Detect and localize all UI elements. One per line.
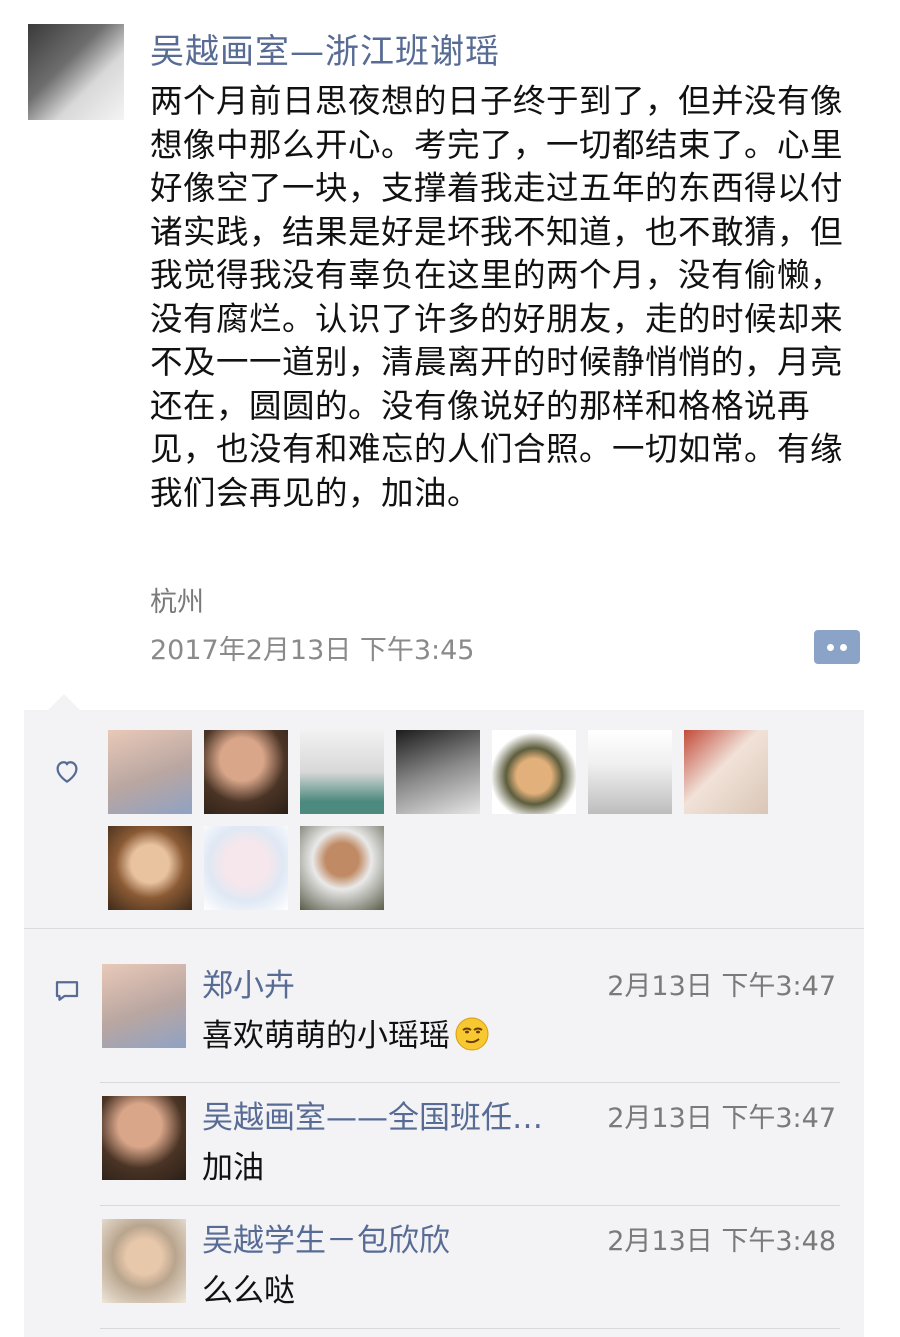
comment-text: 加油 [202, 1150, 264, 1186]
comment-time: 2月13日 下午3:48 [607, 1226, 836, 1257]
like-avatar[interactable] [396, 730, 480, 814]
like-avatar[interactable] [300, 730, 384, 814]
more-comment-button[interactable] [814, 630, 860, 664]
comment-author[interactable]: 吴越画室——全国班任… [202, 1092, 543, 1137]
author-avatar[interactable] [28, 24, 124, 120]
post-location[interactable]: 杭州 [150, 580, 204, 619]
comment-item[interactable]: 郑小卉 2月13日 下午3:47 喜欢萌萌的小瑶瑶 [102, 964, 842, 1074]
comment-time: 2月13日 下午3:47 [607, 1103, 836, 1134]
comment-text-content: 喜欢萌萌的小瑶瑶 [202, 1018, 450, 1054]
comment-avatar[interactable] [102, 964, 186, 1048]
comment-text: 么么哒 [202, 1273, 295, 1309]
like-avatar[interactable] [684, 730, 768, 814]
comment-item[interactable]: 吴越学生－包欣欣 2月13日 下午3:48 么么哒 [102, 1219, 842, 1329]
comment-author[interactable]: 吴越学生－包欣欣 [202, 1215, 450, 1260]
comment-item[interactable]: 吴越画室——全国班任… 2月13日 下午3:47 加油 [102, 1096, 842, 1206]
like-avatar[interactable] [588, 730, 672, 814]
like-avatar[interactable] [492, 730, 576, 814]
like-avatar[interactable] [108, 730, 192, 814]
post-timestamp: 2017年2月13日 下午3:45 [150, 635, 475, 666]
author-name[interactable]: 吴越画室—浙江班谢瑶 [150, 24, 500, 73]
comment-divider [100, 1082, 840, 1083]
post-text: 两个月前日思夜想的日子终于到了，但并没有像想像中那么开心。考完了，一切都结束了。… [150, 82, 844, 512]
smirk-emoji-icon [455, 1017, 489, 1051]
like-avatar[interactable] [204, 826, 288, 910]
comment-avatar[interactable] [102, 1219, 186, 1303]
feedback-arrow [48, 694, 80, 710]
comment-divider [100, 1328, 840, 1329]
heart-icon [56, 761, 78, 783]
like-avatar[interactable] [108, 826, 192, 910]
comment-divider [100, 1205, 840, 1206]
like-avatar[interactable] [300, 826, 384, 910]
comment-time: 2月13日 下午3:47 [607, 971, 836, 1002]
more-dot-icon [827, 643, 834, 651]
feedback-divider [24, 928, 864, 929]
comment-avatar[interactable] [102, 1096, 186, 1180]
comment-icon [55, 981, 79, 1001]
like-avatar[interactable] [204, 730, 288, 814]
comment-author[interactable]: 郑小卉 [202, 960, 295, 1005]
comment-text: 喜欢萌萌的小瑶瑶 [202, 1010, 490, 1055]
more-dot-icon [840, 643, 847, 651]
